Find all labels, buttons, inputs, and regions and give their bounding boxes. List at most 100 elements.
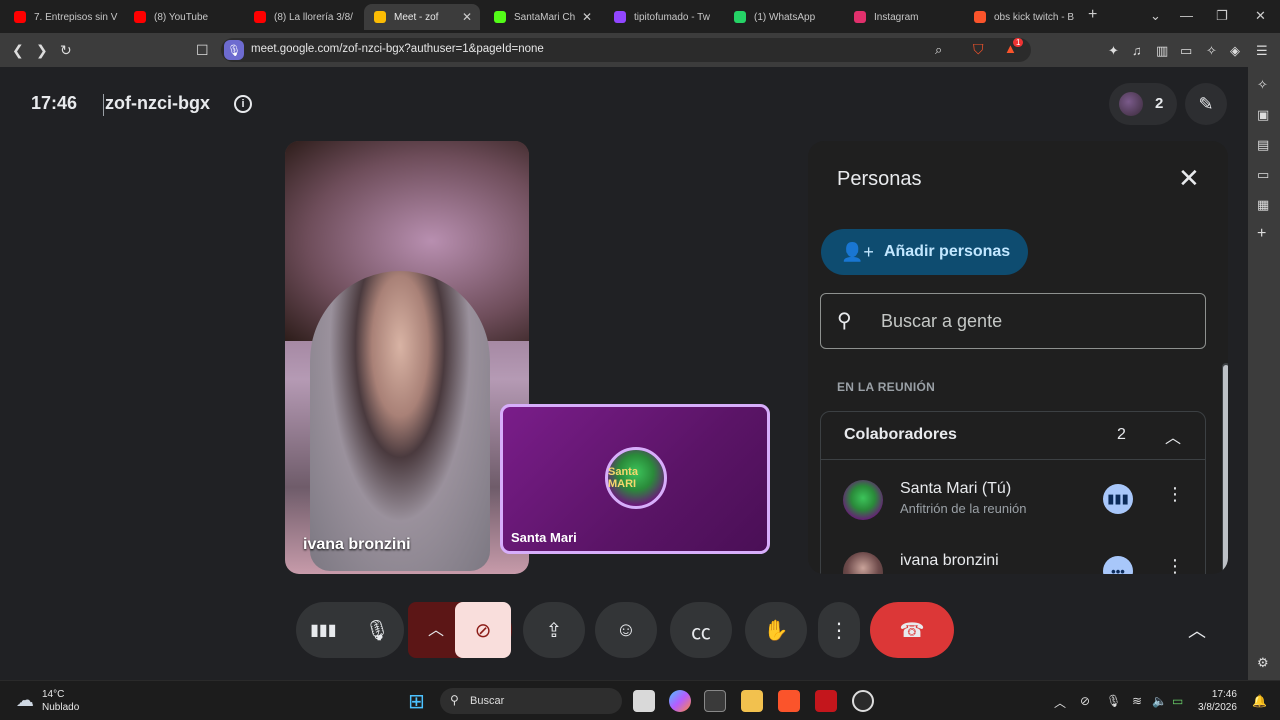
minimize-button[interactable]: — xyxy=(1180,8,1193,23)
leave-call-button[interactable]: ☎ xyxy=(870,602,954,658)
header-divider xyxy=(103,94,104,116)
browser-tab[interactable]: Meet - zof ✕ xyxy=(364,4,480,30)
present-icon: ⇪ xyxy=(545,619,563,642)
copilot-icon[interactable] xyxy=(669,690,691,712)
audio-level-icon[interactable]: ▮▮▮ xyxy=(310,620,336,640)
browser-tab[interactable]: (8) La llorería 3/8/ xyxy=(244,4,360,30)
tab-close-icon[interactable]: ✕ xyxy=(582,10,592,24)
present-screen-button[interactable]: ⇪ xyxy=(523,602,585,658)
close-panel-icon[interactable]: ✕ xyxy=(1178,163,1200,194)
reading-list-icon[interactable]: ▤ xyxy=(1257,137,1269,153)
battery-icon[interactable]: ▭ xyxy=(1172,694,1183,708)
tab-close-icon[interactable]: ✕ xyxy=(462,10,472,24)
menu-icon[interactable]: ☰ xyxy=(1256,43,1268,59)
media-icon[interactable]: ♫ xyxy=(1132,43,1142,58)
sidebar-icon[interactable]: ▥ xyxy=(1156,43,1168,59)
brave-taskbar-icon[interactable] xyxy=(778,690,800,712)
mic-permission-icon[interactable]: 🎙 xyxy=(224,40,244,60)
taskbar-clock[interactable]: 17:46 3/8/2026 xyxy=(1198,688,1237,714)
add-sidebar-icon[interactable]: + xyxy=(1257,225,1266,243)
windows-start-icon[interactable]: ⊞ xyxy=(408,689,425,714)
tab-title: tipitofumado - Tw xyxy=(634,11,710,23)
settings-icon[interactable]: ⚙ xyxy=(1257,655,1269,671)
pdf-app-icon[interactable] xyxy=(815,690,837,712)
bookmarks-sidebar-icon[interactable]: ▦ xyxy=(1257,197,1269,213)
notifications-icon[interactable]: 🔔 xyxy=(1252,694,1267,708)
emoji-button[interactable]: ☺ xyxy=(595,602,657,658)
leo-sidebar-icon[interactable]: ✧ xyxy=(1257,77,1268,93)
info-icon[interactable]: i xyxy=(234,95,252,113)
tab-list-chevron-icon[interactable]: ⌄ xyxy=(1150,8,1161,24)
browser-tab[interactable]: (1) WhatsApp xyxy=(724,4,840,30)
media-sidebar-icon[interactable]: ▣ xyxy=(1257,107,1269,123)
camera-off-button[interactable]: ⊘ xyxy=(455,602,511,658)
reload-button[interactable]: ↻ xyxy=(60,42,72,59)
file-explorer-icon[interactable] xyxy=(741,690,763,712)
tab-favicon-icon xyxy=(734,11,746,23)
tab-title: obs kick twitch - B xyxy=(994,11,1075,23)
mic-icon[interactable]: 🎙 xyxy=(365,618,390,643)
bookmark-icon[interactable]: ☐ xyxy=(196,42,209,59)
browser-tab[interactable]: Instagram xyxy=(844,4,960,30)
more-options-icon[interactable]: ⋮ xyxy=(1166,556,1184,574)
volume-icon[interactable]: 🔈 xyxy=(1152,694,1167,708)
video-tile-ivana[interactable]: ivana bronzini xyxy=(285,141,529,574)
wifi-icon[interactable]: ≋ xyxy=(1132,694,1142,708)
browser-tab[interactable]: obs kick twitch - B xyxy=(964,4,1080,30)
tab-favicon-icon xyxy=(494,11,506,23)
expand-chevron-icon[interactable]: ︿ xyxy=(1188,617,1206,643)
search-placeholder: Buscar a gente xyxy=(881,311,1003,331)
chevron-up-icon[interactable]: ︿ xyxy=(1165,424,1181,448)
url-text[interactable]: meet.google.com/zof-nzci-bgx?authuser=1&… xyxy=(251,43,544,55)
mic-tray-icon[interactable]: 🎙 xyxy=(1106,694,1121,708)
back-button[interactable]: ❮ xyxy=(12,42,24,59)
maximize-button[interactable]: ❐ xyxy=(1216,8,1228,24)
wallet-sidebar-icon[interactable]: ▭ xyxy=(1257,167,1269,183)
raise-hand-button[interactable]: ✋ xyxy=(745,602,807,658)
obs-icon[interactable] xyxy=(852,690,874,712)
participant-row[interactable]: ivana bronzini ••• ⋮ xyxy=(821,542,1205,574)
task-view-icon[interactable] xyxy=(633,690,655,712)
participant-name: Santa Mari (Tú) xyxy=(900,480,1012,497)
cloud-icon[interactable]: ☁ xyxy=(16,690,34,711)
sync-off-icon[interactable]: ⊘ xyxy=(1080,694,1090,708)
browser-tab[interactable]: 7. Entrepisos sin V xyxy=(4,4,120,30)
vpn-icon[interactable]: ◈ xyxy=(1230,43,1240,59)
address-bar[interactable]: 🎙 meet.google.com/zof-nzci-bgx?authuser=… xyxy=(221,38,1031,62)
browser-tab[interactable]: SantaMari Ch ✕ xyxy=(484,4,600,30)
leo-ai-icon[interactable]: ✧ xyxy=(1206,43,1217,59)
new-tab-button[interactable]: + xyxy=(1088,6,1097,24)
hand-icon: ✋ xyxy=(763,619,789,642)
tray-chevron-icon[interactable]: ︿ xyxy=(1054,694,1066,711)
browser-sidebar: ✧ ▣ ▤ ▭ ▦ + ⚙ xyxy=(1248,67,1280,680)
brave-shield-icon[interactable]: ⛉ xyxy=(973,41,984,58)
forward-button[interactable]: ❯ xyxy=(36,42,48,59)
group-label: Colaboradores xyxy=(844,426,957,443)
taskbar-search[interactable]: ⚲ Buscar xyxy=(440,688,622,714)
taskbar-search-placeholder: Buscar xyxy=(470,695,505,707)
camera-options-chevron-icon[interactable]: ︿ xyxy=(428,616,444,640)
more-options-icon[interactable]: ⋮ xyxy=(1166,484,1184,505)
weather-widget[interactable]: 14°C Nublado xyxy=(42,688,79,714)
store-icon[interactable] xyxy=(704,690,726,712)
zoom-icon[interactable]: ⌕ xyxy=(935,42,942,58)
pen-icon[interactable]: ✎ xyxy=(1185,83,1227,125)
window-close-button[interactable]: ✕ xyxy=(1255,8,1266,24)
participant-count: 2 xyxy=(1155,95,1164,112)
participants-button[interactable]: 2 xyxy=(1109,83,1177,125)
tile-name-self: Santa Mari xyxy=(511,530,577,545)
wallet-icon[interactable]: ▭ xyxy=(1180,43,1192,59)
participant-name: ivana bronzini xyxy=(900,552,999,569)
add-people-button[interactable]: 👤+ Añadir personas xyxy=(821,229,1028,275)
people-search-input[interactable]: ⚲ Buscar a gente xyxy=(820,293,1206,349)
captions-button[interactable]: ㏄ xyxy=(670,602,732,658)
browser-tab[interactable]: tipitofumado - Tw xyxy=(604,4,720,30)
panel-scrollbar[interactable] xyxy=(1222,363,1228,574)
browser-tab[interactable]: (8) YouTube xyxy=(124,4,240,30)
extensions-icon[interactable]: ✦ xyxy=(1108,43,1119,59)
collaborators-header[interactable]: Colaboradores 2 ︿ xyxy=(821,412,1205,460)
more-actions-button[interactable]: ⋮ xyxy=(818,602,860,658)
scrollbar-thumb[interactable] xyxy=(1223,365,1228,574)
participant-row[interactable]: Santa Mari (Tú) Anfitrión de la reunión … xyxy=(821,470,1205,530)
video-tile-self[interactable]: Santa MARI Santa Mari xyxy=(500,404,770,554)
